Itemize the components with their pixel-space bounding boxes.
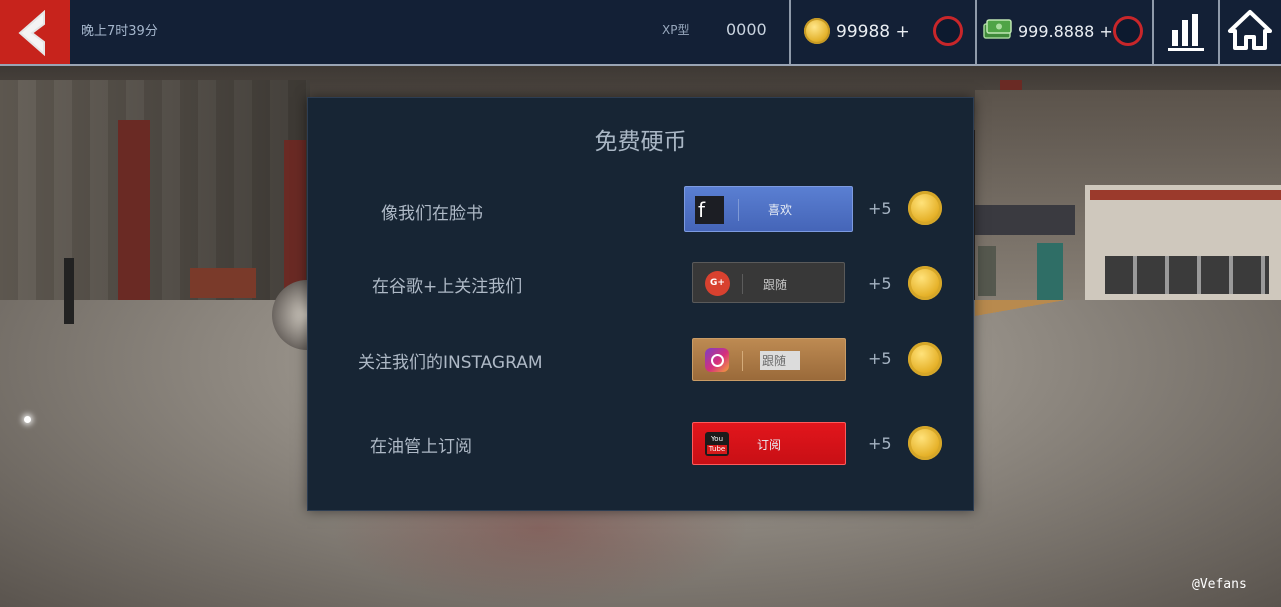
back-arrow-icon — [18, 10, 45, 56]
xp-label: XP型 — [662, 23, 690, 37]
button-divider — [742, 274, 743, 294]
divider — [975, 0, 977, 64]
row-label-youtube: 在油管上订阅 — [370, 437, 472, 457]
coin-balance: 99988 + — [836, 22, 910, 42]
row-label-facebook: 像我们在脸书 — [381, 204, 483, 224]
top-bar: 晚上7时39分 XP型 0000 99988 + 999.8888 + — [0, 0, 1281, 66]
google-plus-follow-button[interactable]: G+ 跟随 — [692, 262, 845, 303]
row-label-google-plus: 在谷歌+上关注我们 — [372, 277, 523, 297]
instagram-icon — [705, 348, 729, 372]
youtube-subscribe-button[interactable]: You Tube 订阅 — [692, 422, 846, 465]
button-divider — [738, 199, 739, 221]
youtube-icon-bottom: Tube — [707, 445, 727, 454]
truck-shadow — [330, 495, 750, 607]
dialog-title: 免费硬币 — [594, 129, 687, 155]
reward-amount: +5 — [868, 199, 892, 218]
clock-label: 晚上7时39分 — [81, 24, 158, 39]
add-cash-button[interactable] — [1113, 16, 1143, 46]
cash-icon — [983, 19, 1012, 39]
coin-icon — [908, 191, 942, 225]
jack-stand — [64, 258, 74, 324]
light-flare — [24, 416, 31, 423]
row-label-instagram: 关注我们的INSTAGRAM — [358, 353, 543, 373]
instagram-follow-button[interactable]: 跟随 — [692, 338, 846, 381]
garage-windows — [1105, 256, 1269, 294]
tool-cart — [190, 268, 256, 298]
coin-icon — [908, 426, 942, 460]
stats-button[interactable] — [1154, 0, 1218, 64]
facebook-like-button[interactable]: f 喜欢 — [684, 186, 853, 232]
home-button[interactable] — [1220, 0, 1281, 64]
garage-poster — [975, 205, 1075, 235]
reward-amount: +5 — [868, 274, 892, 293]
bar-chart-icon — [1168, 14, 1204, 51]
back-button[interactable] — [0, 0, 70, 64]
divider — [789, 0, 791, 64]
facebook-icon: f — [695, 196, 724, 224]
add-coins-button[interactable] — [933, 16, 963, 46]
google-plus-icon-glyph: G+ — [710, 278, 725, 288]
xp-value: 0000 — [726, 20, 767, 39]
instagram-button-label: 跟随 — [760, 351, 801, 370]
garage-left-wall-shade — [0, 80, 310, 330]
instagram-lens — [711, 354, 724, 367]
facebook-button-label: 喜欢 — [768, 203, 793, 217]
coin-icon — [908, 342, 942, 376]
garage-door — [1037, 243, 1063, 301]
cash-balance: 999.8888 + — [1018, 22, 1113, 41]
reward-amount: +5 — [868, 349, 892, 368]
garage-right-lower-wall — [1085, 185, 1281, 315]
button-divider — [742, 351, 743, 371]
garage-pillar — [118, 120, 150, 310]
google-plus-icon: G+ — [705, 271, 730, 296]
reward-amount: +5 — [868, 434, 892, 453]
watermark: @Vefans — [1192, 577, 1247, 592]
youtube-icon: You Tube — [705, 432, 729, 456]
coin-icon — [804, 18, 830, 44]
garage-door — [978, 246, 996, 296]
garage-floor-edge — [975, 300, 1281, 360]
home-icon — [1228, 10, 1272, 50]
youtube-button-label: 订阅 — [757, 438, 782, 452]
free-coins-dialog: 免费硬币 像我们在脸书 f 喜欢 +5 在谷歌+上关注我们 G+ 跟随 +5 关… — [307, 97, 974, 511]
google-plus-button-label: 跟随 — [763, 278, 788, 292]
facebook-icon-glyph: f — [698, 198, 706, 222]
coin-icon — [908, 266, 942, 300]
garage-wall-stripe — [1090, 190, 1281, 200]
youtube-icon-top: You — [710, 435, 724, 443]
